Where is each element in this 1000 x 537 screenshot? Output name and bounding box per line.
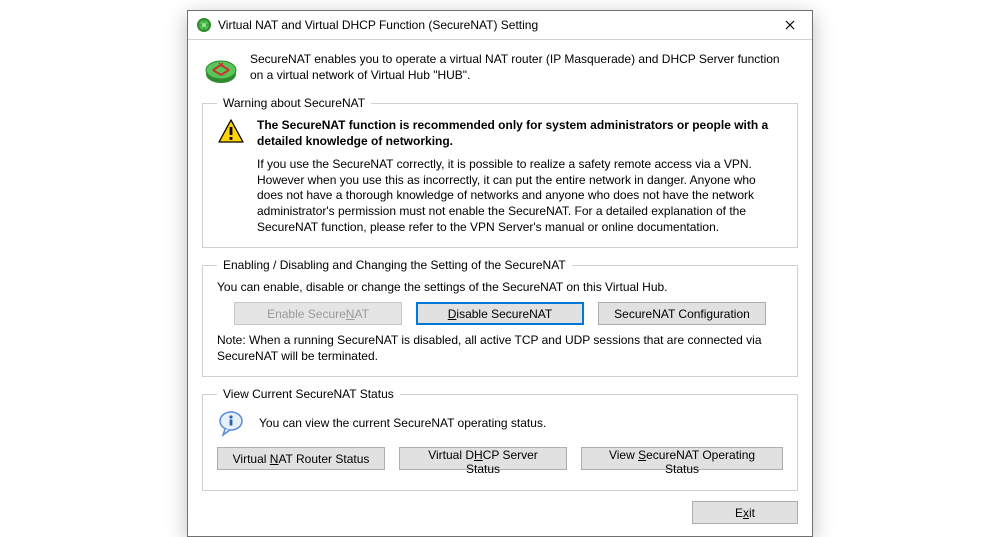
exit-button[interactable]: Exit: [692, 501, 798, 524]
warning-legend: Warning about SecureNAT: [217, 96, 371, 110]
status-legend: View Current SecureNAT Status: [217, 387, 400, 401]
info-icon: [217, 409, 245, 437]
intro-text: SecureNAT enables you to operate a virtu…: [250, 52, 796, 83]
enable-note: Note: When a running SecureNAT is disabl…: [217, 333, 783, 364]
virtual-dhcp-server-status-button[interactable]: Virtual DHCP Server Status: [399, 447, 567, 470]
warning-group: Warning about SecureNAT The SecureNAT fu…: [202, 96, 798, 248]
securenat-configuration-button[interactable]: SecureNAT Configuration: [598, 302, 766, 325]
status-group: View Current SecureNAT Status You can vi…: [202, 387, 798, 491]
intro-section: SecureNAT enables you to operate a virtu…: [204, 52, 796, 86]
view-securenat-operating-status-button[interactable]: View SecureNAT Operating Status: [581, 447, 783, 470]
close-button[interactable]: [768, 11, 812, 39]
warning-heading: The SecureNAT function is recommended on…: [257, 118, 783, 149]
window-title: Virtual NAT and Virtual DHCP Function (S…: [218, 18, 768, 32]
status-description: You can view the current SecureNAT opera…: [259, 416, 546, 430]
dialog-footer: Exit: [202, 501, 798, 524]
dialog-window: Virtual NAT and Virtual DHCP Function (S…: [187, 10, 813, 537]
enable-securenat-button: Enable SecureNAT: [234, 302, 402, 325]
enable-group: Enabling / Disabling and Changing the Se…: [202, 258, 798, 377]
titlebar: Virtual NAT and Virtual DHCP Function (S…: [188, 11, 812, 40]
disable-securenat-button[interactable]: Disable SecureNAT: [416, 302, 584, 325]
warning-body: If you use the SecureNAT correctly, it i…: [257, 157, 783, 235]
enable-description: You can enable, disable or change the se…: [217, 280, 783, 294]
virtual-nat-router-status-button[interactable]: Virtual NAT Router Status: [217, 447, 385, 470]
warning-icon: [217, 118, 245, 146]
enable-legend: Enabling / Disabling and Changing the Se…: [217, 258, 572, 272]
app-icon: [196, 17, 212, 33]
router-icon: [204, 52, 238, 86]
dialog-body: SecureNAT enables you to operate a virtu…: [188, 40, 812, 536]
